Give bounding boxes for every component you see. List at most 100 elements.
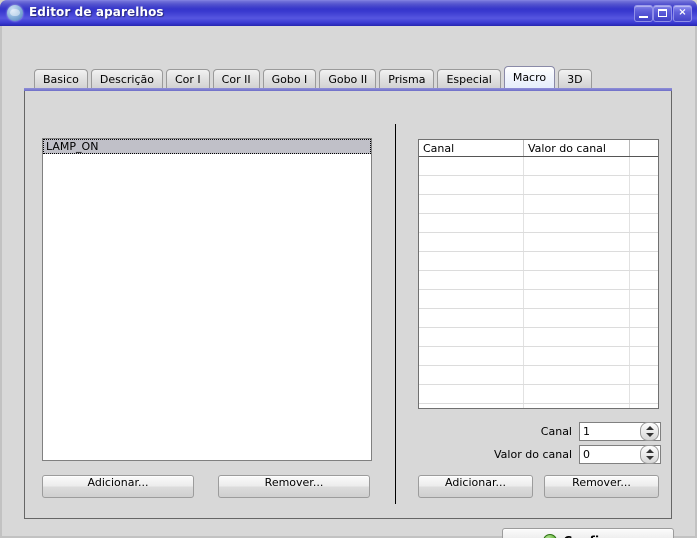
table-cell[interactable]	[629, 232, 658, 252]
table-row[interactable]	[419, 327, 658, 347]
table-row[interactable]	[419, 156, 658, 176]
table-cell[interactable]	[419, 213, 524, 233]
list-item[interactable]: LAMP_ON	[43, 139, 371, 154]
table-cell[interactable]	[629, 156, 658, 176]
table-cell[interactable]	[523, 289, 630, 309]
chevron-up-icon[interactable]	[645, 426, 654, 430]
canal-stepper[interactable]	[579, 422, 661, 441]
table-row[interactable]	[419, 308, 658, 328]
table-cell[interactable]	[419, 156, 524, 176]
table-cell[interactable]	[523, 156, 630, 176]
app-icon	[7, 5, 23, 21]
channel-add-button[interactable]: Adicionar...	[418, 475, 533, 498]
tab-cor-ii[interactable]: Cor II	[212, 69, 260, 88]
confirm-button[interactable]: Confirmar	[502, 528, 674, 538]
table-row[interactable]	[419, 365, 658, 385]
table-cell[interactable]	[629, 346, 658, 366]
macro-remove-button[interactable]: Remover...	[218, 475, 370, 498]
tab-3d[interactable]: 3D	[558, 69, 592, 88]
table-cell[interactable]	[419, 289, 524, 309]
table-cell[interactable]	[629, 403, 658, 408]
table-cell[interactable]	[419, 194, 524, 214]
channel-table: Canal Valor do canal	[419, 140, 658, 408]
column-header-valor-do-canal[interactable]: Valor do canal	[523, 140, 630, 157]
close-button[interactable]: ×	[673, 5, 692, 22]
table-body	[419, 156, 658, 408]
valor-do-canal-stepper[interactable]	[579, 445, 661, 464]
table-cell[interactable]	[419, 346, 524, 366]
close-icon: ×	[678, 7, 687, 18]
channel-grid[interactable]: Canal Valor do canal	[418, 139, 659, 409]
table-cell[interactable]	[629, 251, 658, 271]
table-row[interactable]	[419, 232, 658, 252]
table-row[interactable]	[419, 251, 658, 271]
tab-especial[interactable]: Especial	[437, 69, 501, 88]
table-cell[interactable]	[419, 365, 524, 385]
table-cell[interactable]	[523, 308, 630, 328]
channel-remove-button[interactable]: Remover...	[544, 475, 659, 498]
tab-gobo-ii[interactable]: Gobo II	[319, 69, 377, 88]
table-cell[interactable]	[629, 289, 658, 309]
column-header-blank[interactable]	[629, 140, 658, 157]
table-cell[interactable]	[419, 384, 524, 404]
table-cell[interactable]	[419, 327, 524, 347]
tab-prisma[interactable]: Prisma	[379, 69, 435, 88]
title-bar[interactable]: Editor de aparelhos ×	[0, 0, 697, 26]
table-cell[interactable]	[523, 346, 630, 366]
confirm-button-label: Confirmar	[563, 534, 632, 538]
tab-basico[interactable]: Basico	[34, 69, 88, 88]
table-cell[interactable]	[523, 365, 630, 385]
table-cell[interactable]	[629, 270, 658, 290]
column-header-canal[interactable]: Canal	[419, 140, 524, 157]
table-cell[interactable]	[523, 213, 630, 233]
chevron-down-icon[interactable]	[645, 456, 654, 460]
table-cell[interactable]	[523, 194, 630, 214]
table-cell[interactable]	[419, 175, 524, 195]
chevron-down-icon[interactable]	[645, 433, 654, 437]
minimize-button[interactable]	[634, 5, 653, 22]
maximize-button[interactable]	[653, 5, 672, 22]
macro-list[interactable]: LAMP_ON	[42, 138, 372, 461]
window-title: Editor de aparelhos	[29, 5, 164, 19]
table-row[interactable]	[419, 175, 658, 195]
table-cell[interactable]	[419, 232, 524, 252]
valor-do-canal-spinner-buttons[interactable]	[640, 445, 659, 464]
tab-macro[interactable]: Macro	[503, 66, 556, 88]
tab-cor-i[interactable]: Cor I	[165, 69, 210, 88]
table-row[interactable]	[419, 403, 658, 408]
canal-input[interactable]	[580, 424, 640, 439]
table-cell[interactable]	[523, 251, 630, 271]
table-cell[interactable]	[523, 175, 630, 195]
table-cell[interactable]	[629, 308, 658, 328]
chevron-up-icon[interactable]	[645, 449, 654, 453]
table-cell[interactable]	[629, 327, 658, 347]
table-cell[interactable]	[419, 403, 524, 408]
macro-add-button[interactable]: Adicionar...	[42, 475, 194, 498]
table-row[interactable]	[419, 384, 658, 404]
table-row[interactable]	[419, 213, 658, 233]
table-cell[interactable]	[419, 270, 524, 290]
table-cell[interactable]	[629, 384, 658, 404]
table-cell[interactable]	[523, 384, 630, 404]
canal-spinner-buttons[interactable]	[640, 422, 659, 441]
table-cell[interactable]	[629, 213, 658, 233]
table-row[interactable]	[419, 289, 658, 309]
table-cell[interactable]	[523, 403, 630, 408]
table-cell[interactable]	[419, 308, 524, 328]
table-cell[interactable]	[523, 232, 630, 252]
table-cell[interactable]	[523, 327, 630, 347]
table-cell[interactable]	[523, 270, 630, 290]
table-row[interactable]	[419, 194, 658, 214]
table-cell[interactable]	[629, 365, 658, 385]
valor-do-canal-input[interactable]	[580, 447, 640, 462]
confirm-label-mnemonic: o	[572, 534, 580, 538]
tab-descricao[interactable]: Descrição	[90, 69, 163, 88]
tab-gobo-i[interactable]: Gobo I	[262, 69, 317, 88]
table-row[interactable]	[419, 346, 658, 366]
table-cell[interactable]	[629, 194, 658, 214]
canal-label: Canal	[540, 425, 572, 438]
table-cell[interactable]	[419, 251, 524, 271]
panel-divider	[395, 124, 396, 504]
table-row[interactable]	[419, 270, 658, 290]
table-cell[interactable]	[629, 175, 658, 195]
